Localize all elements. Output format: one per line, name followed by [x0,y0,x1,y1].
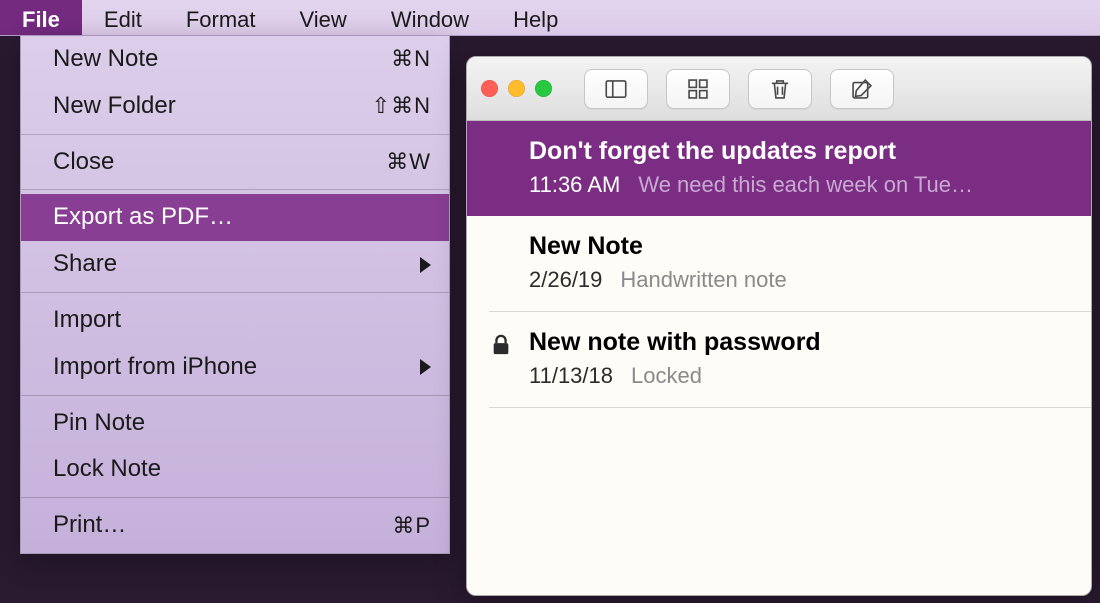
menu-label: View [300,7,347,33]
titlebar [467,57,1091,121]
menubar: File Edit Format View Window Help [0,0,1100,36]
menu-file[interactable]: File [0,0,82,35]
menu-item-shortcut: ⌘P [392,510,431,542]
note-preview: Handwritten note [620,267,786,293]
menu-item-new-folder[interactable]: New Folder ⇧⌘N [21,83,449,130]
menu-separator [21,292,449,293]
menu-item-shortcut: ⌘W [386,146,431,178]
note-title: New note with password [529,328,1069,357]
menu-item-share[interactable]: Share [21,241,449,288]
menu-item-shortcut: ⌘N [391,43,431,75]
lock-icon [491,334,511,356]
menu-format[interactable]: Format [164,0,278,35]
menu-item-export-pdf[interactable]: Export as PDF… [21,194,449,241]
delete-note-button[interactable] [748,69,812,109]
menu-separator [21,395,449,396]
note-item[interactable]: New Note 2/26/19 Handwritten note [467,216,1091,311]
menu-item-label: Close [53,145,114,180]
menu-item-shortcut: ⇧⌘N [372,90,431,122]
menu-item-import-iphone[interactable]: Import from iPhone [21,344,449,391]
note-date: 11:36 AM [529,172,620,198]
menu-item-label: Lock Note [53,452,161,487]
menu-label: Format [186,7,256,33]
menu-item-import[interactable]: Import [21,297,449,344]
menu-separator [21,189,449,190]
note-item-selected[interactable]: Don't forget the updates report 11:36 AM… [467,121,1091,216]
menu-label: Window [391,7,469,33]
menu-edit[interactable]: Edit [82,0,164,35]
menu-item-pin-note[interactable]: Pin Note [21,400,449,447]
menu-view[interactable]: View [278,0,369,35]
close-window-button[interactable] [481,80,498,97]
note-preview: We need this each week on Tue… [638,172,973,198]
trash-icon [767,76,793,102]
zoom-window-button[interactable] [535,80,552,97]
minimize-window-button[interactable] [508,80,525,97]
menu-item-label: Import from iPhone [53,350,257,385]
file-menu-dropdown: New Note ⌘N New Folder ⇧⌘N Close ⌘W Expo… [20,36,450,554]
menu-item-label: New Folder [53,89,176,124]
grid-icon [685,76,711,102]
sidebar-icon [603,76,629,102]
note-date: 2/26/19 [529,267,602,293]
menu-help[interactable]: Help [491,0,580,35]
menu-label: Edit [104,7,142,33]
chevron-right-icon [420,359,431,375]
toolbar [584,69,894,109]
menu-window[interactable]: Window [369,0,491,35]
menu-separator [21,497,449,498]
menu-item-new-note[interactable]: New Note ⌘N [21,36,449,83]
menu-item-label: Share [53,247,117,282]
note-title: Don't forget the updates report [529,137,1069,166]
note-title: New Note [529,232,1069,261]
grid-view-button[interactable] [666,69,730,109]
menu-item-print[interactable]: Print… ⌘P [21,502,449,549]
menu-separator [21,134,449,135]
menu-label: File [22,7,60,33]
note-list: Don't forget the updates report 11:36 AM… [467,121,1091,595]
menu-item-label: Import [53,303,121,338]
menu-item-label: Print… [53,508,126,543]
menu-item-label: Pin Note [53,406,145,441]
note-item-locked[interactable]: New note with password 11/13/18 Locked [467,312,1091,407]
compose-note-button[interactable] [830,69,894,109]
menu-item-label: New Note [53,42,158,77]
menu-item-label: Export as PDF… [53,200,233,235]
notes-window: Don't forget the updates report 11:36 AM… [466,56,1092,596]
note-separator [489,407,1091,408]
compose-icon [849,76,875,102]
window-controls [481,80,552,97]
chevron-right-icon [420,257,431,273]
menu-item-lock-note[interactable]: Lock Note [21,446,449,493]
menu-item-close[interactable]: Close ⌘W [21,139,449,186]
menu-label: Help [513,7,558,33]
note-preview: Locked [631,363,702,389]
note-date: 11/13/18 [529,363,613,389]
toggle-sidebar-button[interactable] [584,69,648,109]
